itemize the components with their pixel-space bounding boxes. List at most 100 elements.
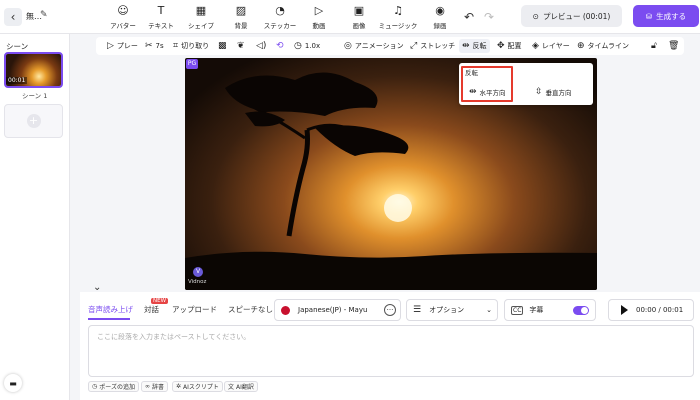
sticker-icon: ◔ <box>275 4 285 17</box>
ctx-play[interactable]: ▷ プレー <box>107 39 138 53</box>
flip-horizontal-option[interactable]: ⇹ 水平方向 <box>469 87 506 97</box>
japan-flag-icon <box>281 305 290 315</box>
play-icon: ▷ <box>107 41 114 51</box>
back-button[interactable]: ‹ <box>4 8 22 26</box>
tab-active-indicator <box>88 318 130 320</box>
tab-upload[interactable]: アップロード <box>172 304 217 315</box>
plus-icon: + <box>26 114 41 128</box>
vidnoz-logo-icon: V <box>193 267 203 277</box>
scissors-icon: ✂ <box>145 41 153 51</box>
voice-selector[interactable]: Japanese(JP) - Mayu ··· <box>274 299 401 321</box>
undo-icon: ↶ <box>464 10 475 24</box>
translate-icon: 文 <box>228 384 235 391</box>
ctx-transparency[interactable]: ▩ <box>218 39 227 53</box>
tool-image[interactable]: ▣ 画像 <box>339 4 379 30</box>
trash-icon: 🗑︎ <box>668 41 680 51</box>
ctx-layer[interactable]: ◈ レイヤー <box>532 39 570 53</box>
flip-horizontal-icon: ⇹ <box>469 87 477 97</box>
music-icon: ♫ <box>393 4 403 17</box>
move-icon: ✥ <box>497 41 505 51</box>
speed-icon: ◷ <box>294 41 302 51</box>
ctx-volume[interactable]: ◁) <box>256 39 266 53</box>
add-pause-button[interactable]: ◷ ポーズの追加 <box>88 381 139 392</box>
chat-support-button[interactable]: ▬ <box>4 374 22 392</box>
script-input[interactable]: ここに段落を入力またはペーストしてください。 <box>88 325 694 377</box>
ai-script-icon: ✲ <box>176 383 182 390</box>
ctx-stretch[interactable]: ⤢ ストレッチ <box>410 39 455 53</box>
options-dropdown[interactable]: ☰ オプション ⌄ <box>406 299 498 321</box>
stretch-icon: ⤢ <box>410 41 418 51</box>
subtitle-toggle[interactable] <box>573 305 589 315</box>
shape-icon: ▦ <box>195 4 207 17</box>
scene-sidebar <box>0 34 70 400</box>
image-icon: ▣ <box>353 4 365 17</box>
ctx-flip[interactable]: ⇹ 反転 <box>459 39 490 53</box>
scene-panel-title: シーン <box>6 42 29 51</box>
tool-music[interactable]: ♫ ミュージック <box>378 4 418 30</box>
droplets-icon: ❦ <box>237 41 245 51</box>
tab-text-to-speech[interactable]: 音声読み上げ <box>88 304 133 315</box>
more-icon[interactable]: ··· <box>384 304 396 316</box>
flip-icon: ⇹ <box>462 41 470 51</box>
redo-button[interactable]: ↷ <box>484 10 494 24</box>
tool-record[interactable]: ◉ 録画 <box>420 4 460 30</box>
play-circle-icon: ⊙ <box>532 11 539 21</box>
ctx-animation[interactable]: ◎ アニメーション <box>344 39 404 53</box>
loop-icon: ⟲ <box>276 41 284 51</box>
tab-no-speech[interactable]: スピーチなし <box>228 304 273 315</box>
ctx-trim[interactable]: ✂ 7s <box>145 39 164 53</box>
chevron-down-icon: ⌄ <box>486 306 492 314</box>
ctx-timeline[interactable]: ⊕ タイムライン <box>577 39 629 53</box>
flip-vertical-option[interactable]: ⇳ 垂直方向 <box>535 87 572 97</box>
dictionary-button[interactable]: ∞ 辞書 <box>141 381 169 392</box>
avatar-icon: ☺ <box>117 4 129 17</box>
text-icon: T <box>157 4 165 17</box>
tool-shape[interactable]: ▦ シェイプ <box>181 4 221 30</box>
tool-background[interactable]: ▨ 背景 <box>221 4 261 30</box>
background-icon: ▨ <box>235 4 247 17</box>
play-icon <box>621 305 628 315</box>
redo-icon: ↷ <box>484 10 495 24</box>
video-icon: ▷ <box>314 4 324 17</box>
edit-name-icon[interactable]: ✎ <box>40 10 48 20</box>
ctx-delete[interactable]: 🗑︎ <box>668 39 679 53</box>
new-badge: NEW <box>151 298 169 304</box>
scene-label: シーン 1 <box>22 92 48 100</box>
tool-text[interactable]: T テキスト <box>141 4 181 30</box>
volume-icon: ◁) <box>256 41 267 51</box>
clock-icon: ◷ <box>92 383 98 390</box>
lock-icon: 🔓︎ <box>651 41 657 51</box>
ai-translate-button[interactable]: 文 AI翻訳 <box>224 381 258 392</box>
ai-script-button[interactable]: ✲ AIスクリプト <box>172 381 223 392</box>
ctx-arrange[interactable]: ✥ 配置 <box>497 39 522 53</box>
tool-avatar[interactable]: ☺ アバター <box>103 4 143 30</box>
timeline-icon: ⊕ <box>577 41 585 51</box>
ctx-lock[interactable]: 🔓︎ <box>651 39 657 53</box>
ctx-color[interactable]: ❦ <box>237 39 245 53</box>
scene-duration: 00:01 <box>6 77 28 84</box>
undo-button[interactable]: ↶ <box>464 10 474 24</box>
tool-video[interactable]: ▷ 動画 <box>299 4 339 30</box>
ctx-crop[interactable]: ⌗ 切り取り <box>173 39 209 53</box>
audio-play-button[interactable]: 00:00 / 00:01 <box>608 299 694 321</box>
ctx-speed[interactable]: ◷ 1.0x <box>294 39 320 53</box>
animation-icon: ◎ <box>344 41 352 51</box>
cc-icon: CC <box>511 305 524 315</box>
record-icon: ◉ <box>435 4 445 17</box>
watermark-text: Vidnoz <box>188 279 207 285</box>
layers-icon: ◈ <box>532 41 539 51</box>
preview-button[interactable]: ⊙ プレビュー (00:01) <box>521 5 622 27</box>
chevron-left-icon: ‹ <box>10 10 16 24</box>
ctx-loop[interactable]: ⟲ <box>276 39 284 53</box>
tool-sticker[interactable]: ◔ ステッカー <box>260 4 300 30</box>
generate-button[interactable]: ⛁ 生成する <box>633 5 699 27</box>
subtitle-toggle-box: CC 字幕 <box>504 299 596 321</box>
chat-icon: ▬ <box>9 378 17 388</box>
checkerboard-icon: ▩ <box>218 41 227 51</box>
tab-dialogue[interactable]: 対話 <box>144 304 159 315</box>
sliders-icon: ☰ <box>413 305 422 315</box>
dictionary-icon: ∞ <box>145 383 150 390</box>
crop-icon: ⌗ <box>173 41 179 51</box>
flip-vertical-icon: ⇳ <box>535 87 543 97</box>
add-scene-button[interactable]: + <box>4 104 63 138</box>
